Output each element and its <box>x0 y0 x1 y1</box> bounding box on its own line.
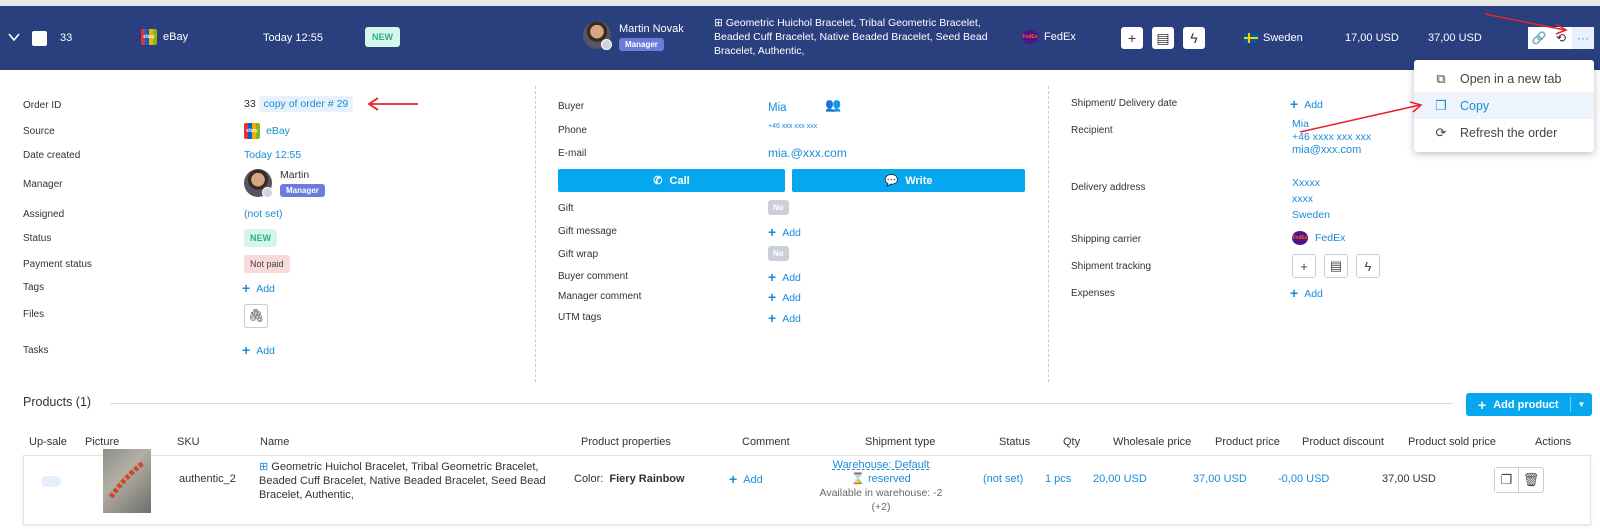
annotation-arrows <box>367 13 1568 133</box>
annotation-arrow <box>1299 101 1423 133</box>
annotation-arrow <box>1484 13 1568 35</box>
annotation-arrow <box>367 97 418 111</box>
